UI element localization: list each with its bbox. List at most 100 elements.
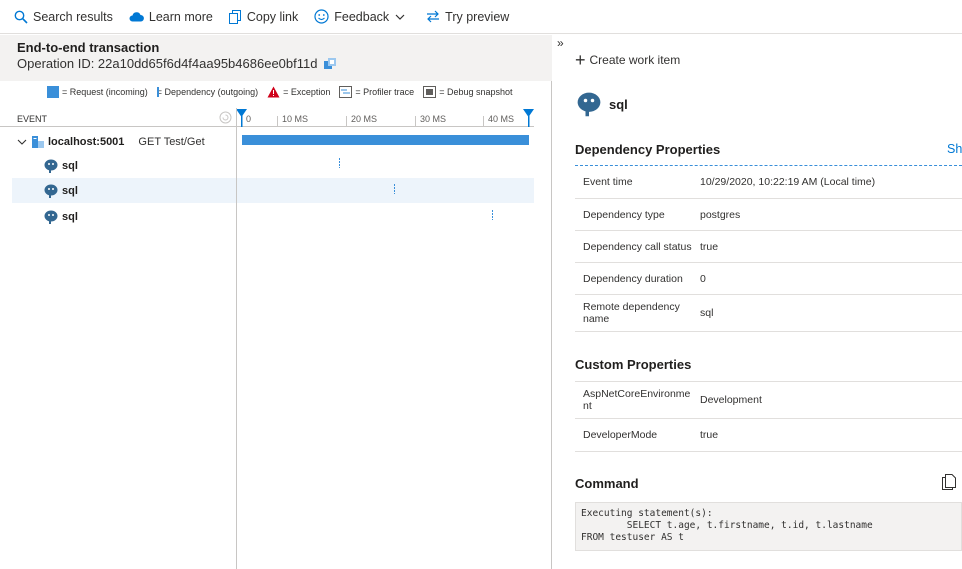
command-heading: Command: [575, 476, 639, 491]
legend-debug-label: = Debug snapshot: [439, 87, 513, 97]
property-value: Development: [700, 394, 762, 406]
command-bar: Search results Learn more Copy link Feed…: [0, 0, 962, 34]
details-pane: » + Create work item sql Dependency Prop…: [553, 35, 962, 569]
chevron-down-icon[interactable]: [17, 138, 27, 146]
tick-line: [483, 116, 484, 127]
postgres-elephant-icon: [44, 159, 58, 173]
profiler-trace-icon: [339, 86, 353, 98]
warning-icon: [267, 86, 280, 98]
legend-dependency-label: = Dependency (outgoing): [156, 87, 259, 97]
dependency-swatch-icon: [156, 87, 159, 97]
feedback-label: Feedback: [334, 9, 390, 24]
custom-properties-heading: Custom Properties: [575, 357, 692, 372]
postgres-elephant-icon: [44, 184, 58, 198]
dependency-name: sql: [62, 210, 78, 223]
transaction-header: End-to-end transaction Operation ID: 22a…: [0, 35, 552, 81]
event-column-header: EVENT: [17, 114, 48, 124]
tick-label: 0: [246, 114, 252, 124]
legend-profiler: = Profiler trace: [339, 86, 414, 98]
property-key: Dependency duration: [583, 272, 683, 285]
dependency-title-text: sql: [609, 96, 628, 112]
legend: = Request (incoming) = Dependency (outgo…: [47, 85, 522, 99]
property-row: AspNetCoreEnvironme nt Development: [575, 381, 962, 419]
tick-line: [346, 116, 347, 127]
learn-more-button[interactable]: Learn more: [129, 0, 213, 34]
legend-request: = Request (incoming): [47, 86, 148, 98]
property-value: postgres: [700, 208, 741, 221]
postgres-elephant-icon: [44, 210, 58, 224]
learn-more-label: Learn more: [148, 9, 213, 24]
collapse-pane-button[interactable]: »: [557, 36, 564, 50]
copy-command-icon[interactable]: [942, 474, 956, 490]
property-key: Dependency call status: [583, 240, 692, 253]
plus-icon: +: [575, 50, 586, 70]
timeline-row-sql[interactable]: sql: [12, 204, 534, 229]
tick-label: 30 MS: [420, 114, 447, 124]
chevron-down-icon: [395, 14, 405, 20]
transaction-timeline-pane: End-to-end transaction Operation ID: 22a…: [0, 35, 552, 569]
property-row: Dependency call status true: [575, 231, 962, 263]
copy-link-button[interactable]: Copy link: [228, 0, 299, 34]
timeline-divider: [236, 108, 237, 569]
range-end-handle-icon[interactable]: [523, 109, 534, 127]
property-value: true: [700, 429, 719, 441]
tick-label: 40 MS: [488, 114, 515, 124]
property-row: Remote dependency name sql: [575, 295, 962, 332]
property-row: Dependency type postgres: [575, 199, 962, 231]
tick-line: [415, 116, 416, 127]
search-icon: [14, 10, 28, 24]
tick-label: 20 MS: [351, 114, 378, 124]
property-value: true: [700, 240, 719, 253]
server-icon: [32, 135, 44, 148]
timeline-row-sql[interactable]: sql: [12, 153, 534, 178]
dependency-duration-marker[interactable]: [339, 158, 340, 168]
dependency-name: sql: [62, 159, 78, 172]
timeline-row-sql-selected[interactable]: sql: [12, 178, 534, 203]
operation-id: Operation ID: 22a10dd65f6d4f4aa95b4686ee…: [17, 56, 318, 71]
copy-operation-id-icon[interactable]: [323, 57, 337, 71]
tick-line: [277, 116, 278, 127]
root-operation: GET Test/Get: [138, 135, 205, 148]
debug-snapshot-icon: [423, 86, 437, 98]
legend-exception: = Exception: [267, 86, 330, 98]
dependency-title: sql: [575, 90, 628, 118]
copy-icon: [228, 9, 241, 24]
operation-id-row: Operation ID: 22a10dd65f6d4f4aa95b4686ee…: [17, 56, 552, 71]
property-key: DeveloperMode: [583, 429, 658, 441]
property-value: sql: [700, 307, 714, 319]
search-results-label: Search results: [33, 9, 113, 24]
search-results-button[interactable]: Search results: [14, 0, 113, 34]
legend-request-label: = Request (incoming): [62, 87, 148, 97]
property-key: Remote dependency name: [583, 301, 680, 325]
property-key: AspNetCoreEnvironme nt: [583, 388, 691, 412]
dependency-duration-marker[interactable]: [492, 210, 493, 220]
legend-exception-label: = Exception: [283, 87, 331, 97]
smiley-icon: [314, 9, 329, 24]
request-duration-bar[interactable]: [242, 135, 529, 145]
command-text: Executing statement(s): SELECT t.age, t.…: [575, 502, 962, 551]
swap-arrows-icon: [427, 10, 440, 23]
property-row: Dependency duration 0: [575, 263, 962, 295]
property-row: Event time 10/29/2020, 10:22:19 AM (Loca…: [575, 166, 962, 199]
legend-profiler-label: = Profiler trace: [355, 87, 415, 97]
feedback-button[interactable]: Feedback: [314, 0, 410, 34]
try-preview-button[interactable]: Try preview: [426, 0, 509, 34]
property-value: 0: [700, 272, 706, 285]
copy-link-label: Copy link: [246, 9, 299, 24]
dependency-properties-heading: Dependency Properties: [575, 142, 721, 157]
property-key: Event time: [583, 176, 633, 188]
property-value: 10/29/2020, 10:22:19 AM (Local time): [700, 176, 876, 188]
property-key: Dependency type: [583, 208, 665, 221]
create-work-item-label: Create work item: [589, 53, 681, 67]
dependency-duration-marker[interactable]: [394, 184, 395, 194]
timeline-axis: EVENT 0 10 MS 20 MS 30 MS 40 MS: [0, 108, 534, 127]
root-name: localhost:5001: [48, 135, 125, 148]
cloud-icon: [129, 12, 144, 22]
legend-debug: = Debug snapshot: [423, 86, 513, 98]
dependency-name: sql: [62, 184, 78, 197]
show-all-link[interactable]: Sh: [947, 142, 962, 156]
tick-label: 10 MS: [282, 114, 309, 124]
reset-zoom-icon[interactable]: [219, 111, 232, 124]
request-swatch-icon: [47, 86, 59, 98]
create-work-item-button[interactable]: + Create work item: [575, 51, 680, 69]
